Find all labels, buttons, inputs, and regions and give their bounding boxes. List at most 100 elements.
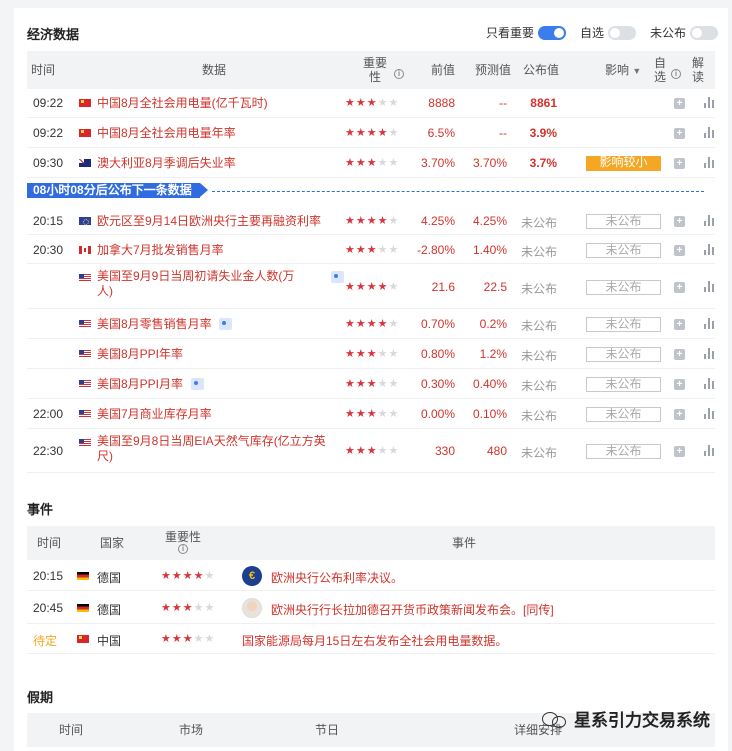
bar-chart-icon[interactable] — [704, 280, 715, 292]
col-prev: 前值 — [431, 63, 456, 77]
econ-row[interactable]: 20:30 加拿大7月批发销售月率 ★★★★★ -2.80% 1.40% 未公布 未公布 + — [27, 235, 715, 264]
econ-row[interactable]: 22:30 美国至9月8日当周EIA天然气库存(亿立方英 尺) ★★★★★ 330 480… — [27, 429, 715, 473]
econ-row[interactable]: 美国8月零售销售月率 ★★★★★ 0.70% 0.2% 未公布 未公布 + — [27, 309, 715, 339]
bar-chart-icon[interactable] — [704, 445, 715, 456]
add-watchlist-icon[interactable]: + — [674, 379, 685, 390]
info-icon[interactable]: i — [178, 544, 188, 554]
bar-chart-icon[interactable] — [704, 378, 715, 389]
hol-col-festival: 节日 — [315, 723, 340, 737]
next-release-countdown: 08小时08分后公布下一条数据 — [27, 183, 208, 198]
econ-row[interactable]: 09:22 中国8月全社会用电量(亿千瓦时) ★★★★★ 8888 -- 8861 + — [27, 88, 715, 118]
importance-stars: ★★★★★ — [161, 569, 216, 582]
toggle-unpublished[interactable]: 未公布 — [650, 24, 718, 41]
bar-chart-icon[interactable] — [704, 97, 715, 108]
event-row[interactable]: 20:45 德国 ★★★★★ 欧洲央行行长拉加德召开货币政策新闻发布会。[同传] — [27, 591, 715, 624]
bar-chart-icon[interactable] — [704, 348, 715, 359]
toggle-watchlist[interactable]: 自选 — [580, 24, 636, 41]
event-row[interactable]: 20:15 德国 ★★★★★ € 欧洲央行公布利率决议。 — [27, 560, 715, 591]
indicator-name-line2: 人) — [97, 284, 113, 298]
indicator-name[interactable]: 美国8月PPI月率 — [97, 377, 347, 392]
prev-value: 0.70% — [420, 317, 455, 331]
bar-chart-icon[interactable] — [704, 318, 715, 329]
econ-row[interactable]: 09:22 中国8月全社会用电量年率 ★★★★★ 6.5% -- 3.9% + — [27, 118, 715, 148]
bar-chart-icon[interactable] — [704, 243, 715, 255]
row-time: 09:22 — [33, 96, 64, 110]
indicator-name[interactable]: 中国8月全社会用电量年率 — [97, 126, 347, 141]
econ-row[interactable]: 22:00 美国7月商业库存月率 ★★★★★ 0.00% 0.10% 未公布 未公布 + — [27, 399, 715, 429]
row-time: 22:00 — [33, 407, 64, 421]
add-watchlist-icon[interactable]: + — [674, 158, 685, 169]
info-icon[interactable]: i — [394, 69, 404, 79]
toggle-important-switch[interactable] — [537, 25, 566, 40]
toggle-unpublished-switch[interactable] — [690, 25, 718, 40]
event-row[interactable]: 待定 中国 ★★★★★ 国家能源局每月15日左右发布全社会用电量数据。 — [27, 624, 715, 654]
add-watchlist-icon[interactable]: + — [674, 446, 685, 457]
add-watchlist-icon[interactable]: + — [674, 244, 685, 256]
indicator-name[interactable]: 美国至9月9日当周初请失业金人数(万 人) — [97, 269, 347, 299]
toggle-watchlist-switch[interactable] — [607, 25, 636, 40]
event-text[interactable]: 欧洲央行公布利率决议。 — [271, 569, 403, 586]
forecast-value: 4.25% — [472, 213, 507, 228]
actual-value: 未公布 — [520, 244, 557, 259]
col-impact-label: 影响 — [605, 63, 630, 77]
impact-badge: 未公布 — [586, 279, 661, 295]
event-country: 德国 — [97, 570, 122, 585]
watermark: 星系引力交易系统 — [542, 706, 710, 731]
flag-us-icon — [79, 274, 91, 282]
importance-stars: ★★★★★ — [345, 445, 400, 457]
event-country: 中国 — [97, 634, 122, 648]
add-watchlist-icon[interactable]: + — [674, 128, 685, 139]
econ-row[interactable]: 美国至9月9日当周初请失业金人数(万 人) ★★★★★ 21.6 22.5 未公布 未公布 + — [27, 264, 715, 309]
related-tag-icon[interactable] — [331, 271, 344, 283]
actual-value: 3.9% — [529, 126, 557, 140]
event-text[interactable]: 国家能源局每月15日左右发布全社会用电量数据。 — [242, 632, 507, 649]
impact-badge: 未公布 — [586, 407, 661, 422]
indicator-name[interactable]: 美国7月商业库存月率 — [97, 407, 347, 422]
econ-row[interactable]: 美国8月PPI年率 ★★★★★ 0.80% 1.2% 未公布 未公布 + — [27, 339, 715, 369]
bar-chart-icon[interactable] — [704, 157, 715, 168]
flag-us-icon — [79, 320, 91, 328]
indicator-name[interactable]: 中国8月全社会用电量(亿千瓦时) — [97, 96, 347, 111]
indicator-name-line2: 尺) — [97, 449, 113, 463]
prev-value: 21.6 — [431, 279, 455, 294]
col-impact[interactable]: 影响 ▼ — [605, 63, 641, 78]
col-importance[interactable]: 重要性 — [360, 56, 390, 84]
indicator-name[interactable]: 美国至9月8日当周EIA天然气库存(亿立方英 尺) — [97, 434, 347, 464]
indicator-name[interactable]: 美国8月PPI年率 — [97, 347, 347, 362]
add-watchlist-icon[interactable]: + — [674, 281, 685, 293]
importance-stars: ★★★★★ — [345, 157, 400, 169]
econ-row[interactable]: 美国8月PPI月率 ★★★★★ 0.30% 0.40% 未公布 未公布 + — [27, 369, 715, 399]
wechat-icon — [542, 710, 568, 728]
indicator-name[interactable]: 加拿大7月批发销售月率 — [97, 243, 347, 258]
add-watchlist-icon[interactable]: + — [674, 215, 685, 227]
col-forecast: 预测值 — [475, 63, 512, 77]
add-watchlist-icon[interactable]: + — [674, 319, 685, 330]
bar-chart-icon[interactable] — [704, 214, 715, 226]
info-icon[interactable]: i — [671, 69, 681, 79]
econ-row[interactable]: 20:15 欧元区至9月14日欧洲央行主要再融资利率 ★★★★★ 4.25% 4.25%… — [27, 206, 715, 235]
related-tag-icon[interactable] — [219, 318, 232, 330]
actual-value: 未公布 — [520, 349, 557, 363]
forecast-value: 1.40% — [472, 242, 507, 257]
speaker-avatar — [242, 597, 262, 618]
prev-value: 0.00% — [420, 407, 455, 421]
col-actual: 公布值 — [523, 63, 560, 77]
event-text[interactable]: 欧洲央行行长拉加德召开货币政策新闻发布会。[同传] — [271, 601, 554, 618]
econ-row[interactable]: 09:30 澳大利亚8月季调后失业率 ★★★★★ 3.70% 3.70% 3.7% 影响较小… — [27, 148, 715, 178]
indicator-name[interactable]: 澳大利亚8月季调后失业率 — [97, 156, 347, 171]
add-watchlist-icon[interactable]: + — [674, 409, 685, 420]
importance-stars: ★★★★★ — [345, 318, 400, 330]
hol-col-market: 市场 — [179, 723, 204, 737]
add-watchlist-icon[interactable]: + — [674, 349, 685, 360]
bar-chart-icon[interactable] — [704, 408, 715, 419]
toggle-important-only[interactable]: 只看重要 — [486, 24, 566, 41]
related-tag-icon[interactable] — [191, 378, 204, 390]
bar-chart-icon[interactable] — [704, 127, 715, 138]
toggle-watchlist-label: 自选 — [579, 26, 604, 40]
add-watchlist-icon[interactable]: + — [674, 98, 685, 109]
indicator-name-line1: 中国8月全社会用电量(亿千瓦时) — [97, 96, 268, 110]
col-time: 时间 — [31, 63, 56, 77]
indicator-name[interactable]: 欧元区至9月14日欧洲央行主要再融资利率 — [97, 214, 347, 229]
flag-us-icon — [79, 380, 91, 388]
event-time: 20:15 — [33, 568, 64, 583]
